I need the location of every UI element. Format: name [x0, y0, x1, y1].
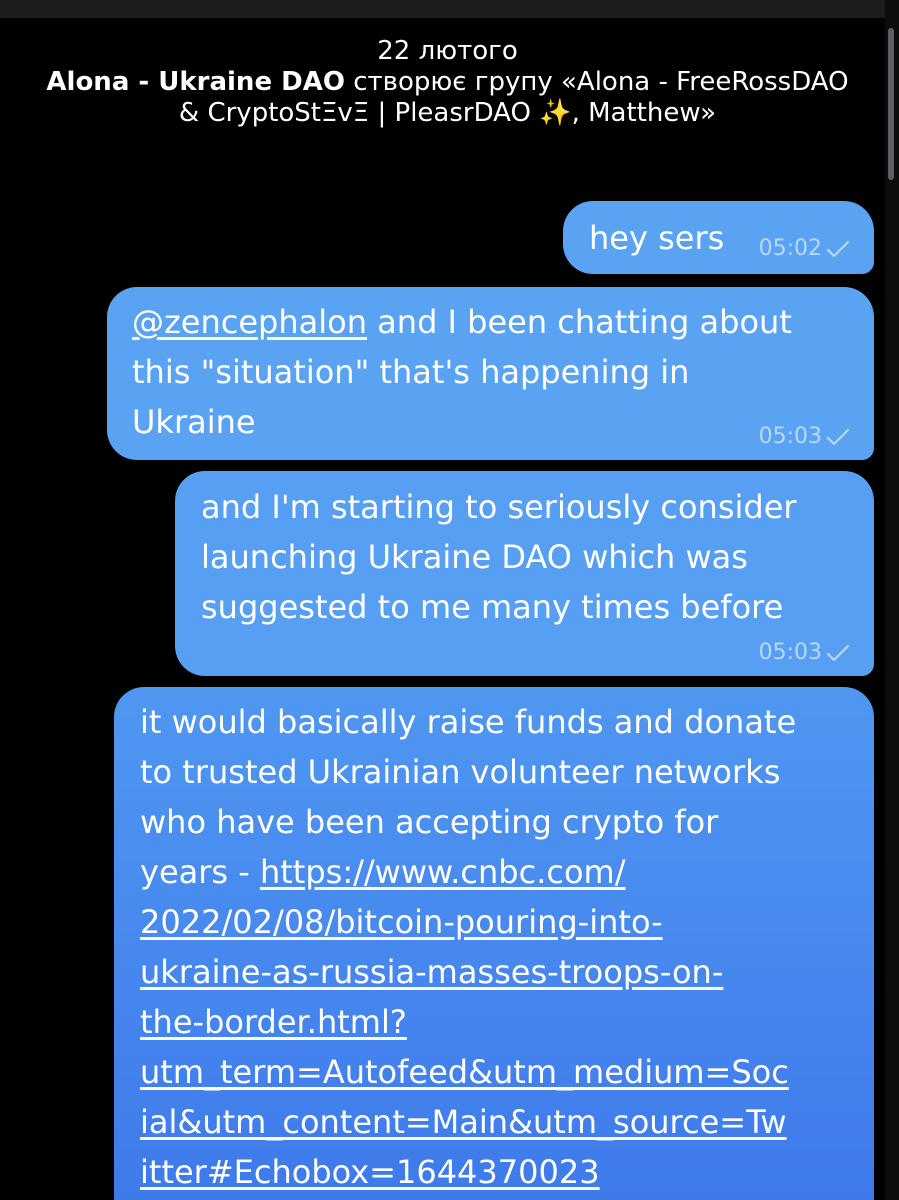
service-message: 22 лютого Alona - Ukraine DAO створює гр… [40, 36, 855, 129]
message-bubble[interactable]: it would basically raise funds and donat… [114, 687, 874, 1200]
message-time: 05:03 [758, 424, 822, 449]
message-text: hey sers [589, 219, 725, 257]
date-label: 22 лютого [377, 36, 518, 66]
url-link[interactable]: https://www.cnbc.com/ 2022/02/08/bitcoin… [140, 853, 789, 1191]
message-bubble[interactable]: hey sers 05:02 [563, 201, 874, 274]
mention-link[interactable]: @zencephalon [132, 303, 367, 341]
chat-screen: 22 лютого Alona - Ukraine DAO створює гр… [0, 0, 899, 1200]
scrollbar-thumb[interactable] [888, 28, 894, 180]
check-icon [826, 643, 850, 663]
message-meta: 05:02 [759, 236, 850, 262]
scrollbar-track[interactable] [885, 0, 899, 1200]
check-icon [826, 427, 850, 447]
message-bubble[interactable]: @zencephalon and I been chatting about t… [107, 287, 874, 460]
message-meta: 05:03 [759, 640, 850, 666]
message-text: and I'm starting to seriously consider l… [201, 488, 797, 626]
message-bubble[interactable]: and I'm starting to seriously consider l… [175, 471, 874, 676]
message-meta: 05:03 [759, 424, 850, 450]
status-bar-strip [0, 0, 899, 18]
group-creator-name[interactable]: Alona - Ukraine DAO [46, 67, 345, 97]
message-time: 05:03 [758, 640, 822, 665]
message-time: 05:02 [758, 236, 822, 261]
check-icon [826, 239, 850, 259]
